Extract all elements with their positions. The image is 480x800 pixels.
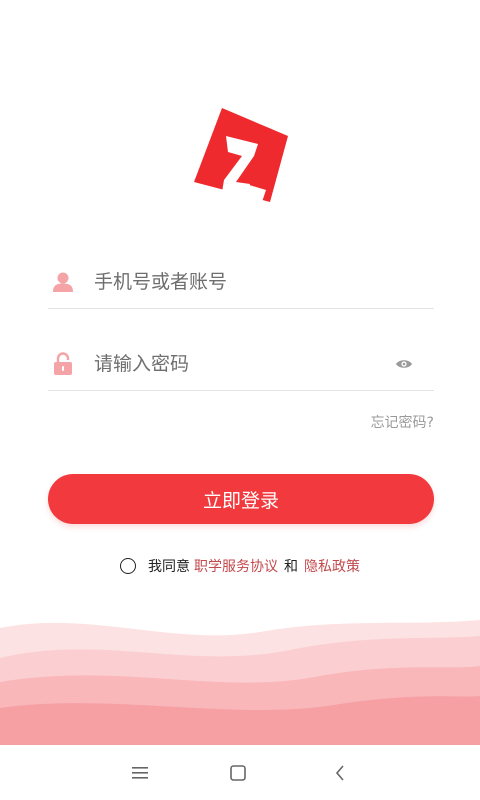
lock-icon: [50, 351, 76, 377]
privacy-policy-link[interactable]: 隐私政策: [304, 556, 360, 576]
agreement-row: 我同意 职学服务协议 和 隐私政策: [0, 556, 480, 576]
user-icon: [50, 269, 76, 295]
app-logo: [192, 106, 290, 206]
login-button[interactable]: 立即登录: [48, 474, 434, 524]
service-agreement-link[interactable]: 职学服务协议: [194, 556, 278, 576]
menu-icon[interactable]: [128, 761, 152, 785]
forgot-password-link[interactable]: 忘记密码?: [371, 412, 434, 432]
home-icon[interactable]: [226, 761, 250, 785]
account-field: [48, 256, 434, 309]
password-input[interactable]: [94, 349, 392, 379]
back-icon[interactable]: [328, 761, 352, 785]
agree-checkbox[interactable]: [120, 558, 136, 574]
agreement-conjunction: 和: [284, 559, 298, 575]
show-password-eye-icon[interactable]: [392, 352, 416, 376]
account-input[interactable]: [94, 267, 434, 297]
decorative-waves: [0, 600, 480, 745]
system-navigation-bar: [0, 745, 480, 800]
password-field: [48, 338, 434, 391]
agreement-prefix: 我同意: [148, 559, 190, 575]
